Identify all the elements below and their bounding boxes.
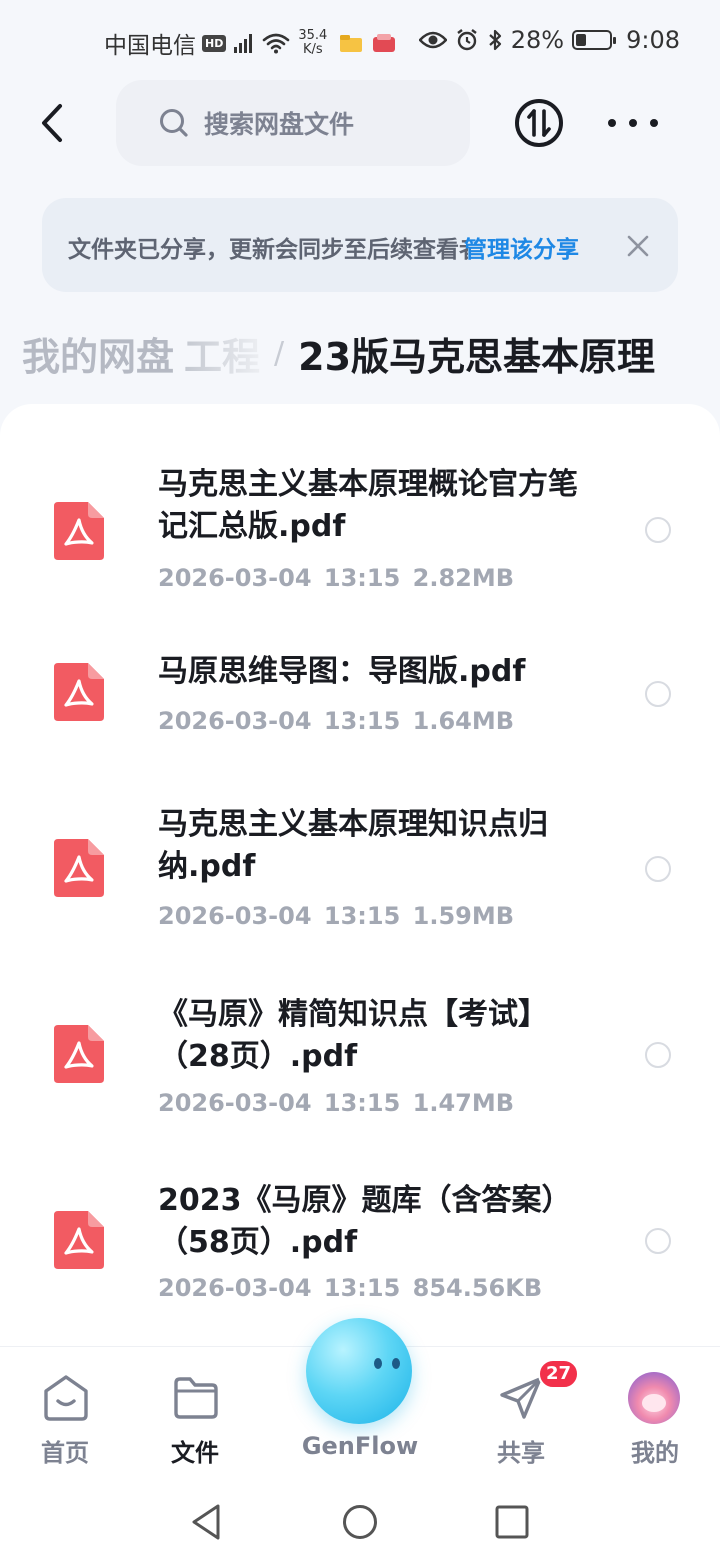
file-meta: 2026-03-04 13:15 2.82MB [158, 564, 514, 592]
eye-icon [418, 31, 447, 49]
folder-icon [174, 1377, 218, 1419]
file-size: 2.82MB [412, 564, 515, 592]
nav-genflow-label[interactable]: GenFlow [290, 1432, 430, 1460]
signal-icon [234, 33, 253, 53]
nav-home-label: 首页 [41, 1439, 89, 1467]
more-options-button[interactable] [608, 106, 658, 140]
home-icon [44, 1375, 88, 1421]
nav-share-label: 共享 [497, 1439, 545, 1467]
select-radio[interactable] [645, 681, 671, 707]
file-size: 1.59MB [412, 902, 515, 930]
close-icon[interactable] [624, 232, 652, 260]
breadcrumb-separator: / [274, 336, 285, 371]
dot-icon [629, 119, 637, 127]
nav-files-label: 文件 [171, 1439, 219, 1467]
back-triangle-icon[interactable] [186, 1502, 226, 1542]
carrier-label: 中国电信 [104, 33, 196, 59]
select-radio[interactable] [645, 517, 671, 543]
breadcrumb-parent[interactable]: 工程 [184, 326, 260, 381]
file-date: 2026-03-04 [158, 1274, 312, 1302]
hd-badge: HD [202, 34, 227, 52]
file-name: 《马原》精简知识点【考试】（28页）.pdf [158, 997, 548, 1074]
transfer-sync-icon[interactable] [514, 98, 564, 148]
app-notification-icon [373, 34, 396, 52]
select-radio[interactable] [645, 856, 671, 882]
file-row[interactable]: 马克思主义基本原理知识点归纳.pdf 2026-03-04 13:15 1.59… [0, 804, 720, 974]
file-time: 13:15 [323, 1089, 401, 1117]
orb-eye [374, 1358, 382, 1369]
file-list: 马克思主义基本原理概论官方笔记汇总版.pdf 2026-03-04 13:15 … [0, 404, 720, 1404]
file-row[interactable]: 马克思主义基本原理概论官方笔记汇总版.pdf 2026-03-04 13:15 … [0, 464, 720, 634]
avatar[interactable] [628, 1372, 680, 1424]
share-banner: 文件夹已分享，更新会同步至后续查看者 管理该分享 [42, 198, 678, 292]
pdf-file-icon [54, 1025, 104, 1083]
battery-icon [572, 30, 617, 50]
orb-eye [392, 1358, 400, 1369]
file-name: 马原思维导图：导图版.pdf [158, 654, 526, 689]
dot-icon [650, 119, 658, 127]
status-left: 中国电信 HD 35.4 K/s [104, 26, 397, 60]
file-name: 马克思主义基本原理知识点归纳.pdf [158, 807, 548, 884]
bluetooth-icon [489, 29, 501, 51]
network-speed: 35.4 K/s [298, 29, 327, 57]
share-banner-text: 文件夹已分享，更新会同步至后续查看者 [68, 237, 468, 263]
file-date: 2026-03-04 [158, 707, 312, 735]
file-row[interactable]: 马原思维导图：导图版.pdf 2026-03-04 13:15 1.64MB [0, 651, 720, 771]
file-meta: 2026-03-04 13:15 854.56KB [158, 1274, 542, 1302]
file-name: 2023《马原》题库（含答案）（58页）.pdf [158, 1183, 572, 1260]
status-bar: 中国电信 HD 35.4 K/s 28% 9:08 [0, 0, 720, 84]
speed-value: 35.4 [298, 28, 328, 43]
dot-icon [608, 119, 616, 127]
pdf-file-icon [54, 502, 104, 560]
file-time: 13:15 [323, 1274, 401, 1302]
file-row[interactable]: 《马原》精简知识点【考试】（28页）.pdf 2026-03-04 13:15 … [0, 994, 720, 1164]
file-size: 854.56KB [412, 1274, 543, 1302]
folder-notification-icon [340, 35, 363, 52]
manage-share-link[interactable]: 管理该分享 [464, 230, 579, 264]
file-time: 13:15 [323, 707, 401, 735]
file-size: 1.64MB [412, 707, 515, 735]
speed-unit: K/s [302, 42, 323, 57]
system-nav-bar [0, 1490, 720, 1560]
file-date: 2026-03-04 [158, 902, 312, 930]
file-size: 1.47MB [412, 1089, 515, 1117]
select-radio[interactable] [645, 1042, 671, 1068]
file-date: 2026-03-04 [158, 564, 312, 592]
share-badge: 27 [538, 1359, 580, 1389]
pdf-file-icon [54, 663, 104, 721]
nav-me-label: 我的 [631, 1439, 679, 1467]
genflow-button[interactable] [306, 1318, 412, 1424]
search-input[interactable]: 搜索网盘文件 [116, 80, 470, 166]
status-right: 28% 9:08 [418, 26, 680, 54]
nav-files[interactable]: 文件 [150, 1347, 240, 1477]
breadcrumb: 我的网盘 工程 / 23版马克思基本原理 [22, 326, 655, 381]
file-date: 2026-03-04 [158, 1089, 312, 1117]
wifi-icon [263, 33, 290, 54]
file-time: 13:15 [323, 564, 401, 592]
breadcrumb-root[interactable]: 我的网盘 [22, 326, 174, 381]
nav-home[interactable]: 首页 [20, 1347, 110, 1477]
file-meta: 2026-03-04 13:15 1.64MB [158, 707, 514, 735]
home-circle-icon[interactable] [340, 1502, 380, 1542]
alarm-icon [457, 29, 477, 51]
file-name: 马克思主义基本原理概论官方笔记汇总版.pdf [158, 467, 578, 544]
search-placeholder: 搜索网盘文件 [204, 110, 355, 139]
select-radio[interactable] [645, 1228, 671, 1254]
file-meta: 2026-03-04 13:15 1.59MB [158, 902, 514, 930]
pdf-file-icon [54, 839, 104, 897]
file-meta: 2026-03-04 13:15 1.47MB [158, 1089, 514, 1117]
recents-square-icon[interactable] [492, 1502, 532, 1542]
search-icon [160, 109, 188, 137]
breadcrumb-current: 23版马克思基本原理 [298, 335, 656, 379]
battery-percent: 28% [510, 26, 565, 54]
clock: 9:08 [626, 26, 680, 54]
file-time: 13:15 [323, 902, 401, 930]
pdf-file-icon [54, 1211, 104, 1269]
back-arrow-icon[interactable] [34, 100, 74, 146]
